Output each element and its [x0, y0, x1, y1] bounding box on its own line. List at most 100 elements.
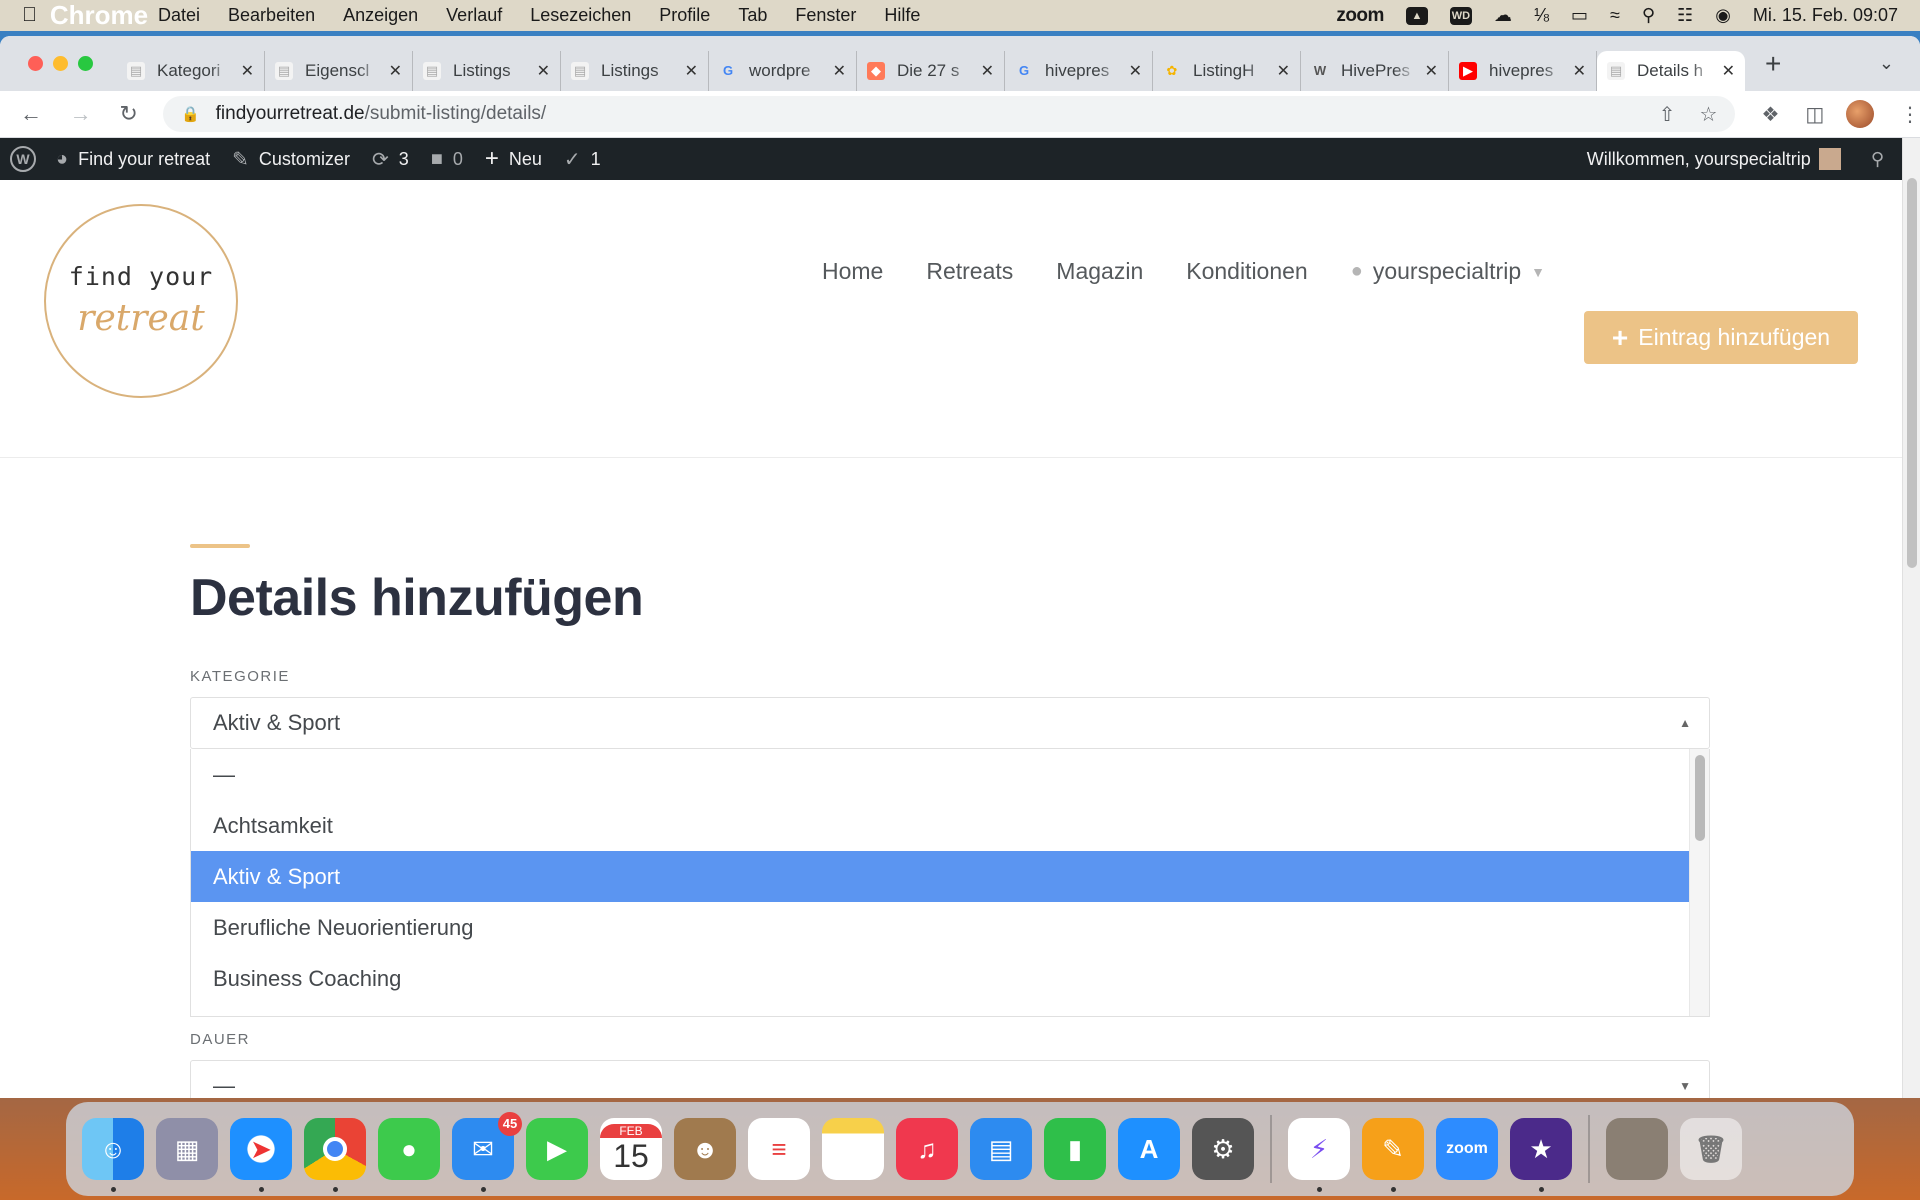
category-option[interactable]: Berufliche Neuorientierung [191, 902, 1689, 953]
bookmark-star-icon[interactable]: ☆ [1700, 102, 1718, 127]
messages-app-icon[interactable]: ● [378, 1118, 440, 1180]
keynote-app-icon[interactable]: ▤ [970, 1118, 1032, 1180]
menu-lesezeichen[interactable]: Lesezeichen [530, 5, 631, 26]
close-tab-icon[interactable]: ✕ [241, 61, 254, 81]
category-select[interactable]: Aktiv & Sport ▲ [190, 697, 1710, 749]
close-tab-icon[interactable]: ✕ [1425, 61, 1438, 81]
trash-icon[interactable]: 🗑 [1680, 1118, 1742, 1180]
wp-customizer-link[interactable]: ✎ Customizer [232, 147, 350, 172]
category-option[interactable]: Achtsamkeit [191, 800, 1689, 851]
tab-search-chevron-icon[interactable]: ⌄ [1879, 53, 1894, 74]
menu-datei[interactable]: Datei [158, 5, 200, 26]
close-tab-icon[interactable]: ✕ [389, 61, 402, 81]
reminders-app-icon[interactable]: ≡ [748, 1118, 810, 1180]
nav-magazin[interactable]: Magazin [1056, 258, 1143, 285]
menu-verlauf[interactable]: Verlauf [446, 5, 502, 26]
wp-account-menu[interactable]: Willkommen, yourspecialtrip ⚲ [1587, 148, 1902, 170]
menu-profile[interactable]: Profile [659, 5, 710, 26]
close-tab-icon[interactable]: ✕ [537, 61, 550, 81]
menubar-clock[interactable]: Mi. 15. Feb. 09:07 [1753, 5, 1898, 26]
duration-select[interactable]: — ▼ [190, 1060, 1710, 1098]
close-tab-icon[interactable]: ✕ [685, 61, 698, 81]
facetime-app-icon[interactable]: ▶ [526, 1118, 588, 1180]
reload-icon[interactable]: ↻ [119, 101, 149, 127]
menu-bearbeiten[interactable]: Bearbeiten [228, 5, 315, 26]
nav-user-menu[interactable]: ● yourspecialtrip ▼ [1351, 258, 1545, 285]
pages-app-icon[interactable]: ✎ [1362, 1118, 1424, 1192]
nav-retreats[interactable]: Retreats [926, 258, 1013, 285]
minimize-window-button[interactable] [53, 56, 68, 71]
spotlight-search-icon[interactable]: ⚲ [1642, 5, 1655, 26]
profile-avatar[interactable] [1846, 100, 1874, 128]
wordpress-logo-icon[interactable]: W [10, 146, 36, 172]
menu-anzeigen[interactable]: Anzeigen [343, 5, 418, 26]
site-logo[interactable]: find your retreat [44, 204, 238, 398]
close-tab-icon[interactable]: ✕ [1573, 61, 1586, 81]
category-option[interactable]: Aktiv & Sport [191, 851, 1689, 902]
page-scrollbar[interactable] [1902, 138, 1920, 1098]
notes-app-icon[interactable] [822, 1118, 884, 1180]
bluetooth-icon[interactable]: ⅛ [1534, 5, 1549, 26]
close-tab-icon[interactable]: ✕ [1722, 61, 1735, 81]
wp-updates-link[interactable]: ⟳ 3 [372, 147, 409, 172]
tab-2[interactable]: ▤ Eigenscl ✕ [265, 50, 413, 91]
category-option[interactable]: Business Coaching [191, 953, 1689, 1004]
battery-icon[interactable]: ▭ [1571, 5, 1588, 26]
contacts-app-icon[interactable]: ☻ [674, 1118, 736, 1180]
system-settings-app-icon[interactable]: ⚙ [1192, 1118, 1254, 1180]
wp-new-content-link[interactable]: + Neu [485, 145, 542, 173]
safari-app-icon[interactable]: ➤ [230, 1118, 292, 1192]
yoast-seo-link[interactable]: ✓ 1 [564, 147, 601, 172]
drive-icon[interactable]: ▲ [1405, 6, 1428, 25]
tab-6[interactable]: ◆ Die 27 s ✕ [857, 50, 1005, 91]
nav-konditionen[interactable]: Konditionen [1186, 258, 1308, 285]
close-tab-icon[interactable]: ✕ [981, 61, 994, 81]
back-arrow-icon[interactable]: ← [20, 101, 50, 127]
menu-fenster[interactable]: Fenster [795, 5, 856, 26]
imovie-app-icon[interactable]: ★ [1510, 1118, 1572, 1192]
tab-7[interactable]: Ghivepres ✕ [1005, 50, 1153, 91]
creative-cloud-icon[interactable]: ☁ [1494, 5, 1512, 26]
chrome-app-icon[interactable] [304, 1118, 366, 1192]
chrome-menu-kebab-icon[interactable]: ⋮ [1900, 102, 1920, 127]
wd-icon[interactable]: WD [1449, 6, 1472, 25]
tab-8[interactable]: ✿ ListingH ✕ [1153, 50, 1301, 91]
tab-11[interactable]: ▤ Details h ✕ [1597, 50, 1745, 91]
wp-site-name-link[interactable]: ◕ Find your retreat [56, 148, 210, 171]
tab-10[interactable]: ▶ hivepres ✕ [1449, 50, 1597, 91]
calendar-app-icon[interactable]: FEB 15 [600, 1118, 662, 1180]
control-center-icon[interactable]: ☷ [1677, 5, 1693, 26]
extensions-puzzle-icon[interactable]: ❖ [1761, 102, 1779, 127]
close-tab-icon[interactable]: ✕ [1129, 61, 1142, 81]
address-bar[interactable]: 🔒 findyourretreat.de/submit-listing/deta… [162, 96, 1736, 132]
add-listing-button[interactable]: + Eintrag hinzufügen [1584, 311, 1858, 364]
close-tab-icon[interactable]: ✕ [1277, 61, 1290, 81]
wp-comments-link[interactable]: ■ 0 [431, 148, 463, 171]
finder-app-icon[interactable]: ☺ [82, 1118, 144, 1192]
close-tab-icon[interactable]: ✕ [833, 61, 846, 81]
tab-9[interactable]: W HivePres ✕ [1301, 50, 1449, 91]
music-app-icon[interactable]: ♫ [896, 1118, 958, 1180]
side-panel-icon[interactable]: ◫ [1805, 102, 1824, 127]
tab-4[interactable]: ▤ Listings ✕ [561, 50, 709, 91]
tab-1[interactable]: ▤ Kategori ✕ [117, 50, 265, 91]
dropdown-scrollbar[interactable] [1689, 749, 1709, 1016]
siri-icon[interactable]: ◉ [1715, 5, 1731, 26]
menu-hilfe[interactable]: Hilfe [884, 5, 920, 26]
zoom-status-icon[interactable]: zoom [1336, 5, 1384, 27]
nav-home[interactable]: Home [822, 258, 883, 285]
category-option[interactable]: — [191, 749, 1689, 800]
maximize-window-button[interactable] [78, 56, 93, 71]
messenger-app-icon[interactable]: ⚡ [1288, 1118, 1350, 1192]
numbers-app-icon[interactable]: ▮ [1044, 1118, 1106, 1180]
menu-tab[interactable]: Tab [738, 5, 767, 26]
lock-icon[interactable]: 🔒 [181, 105, 200, 123]
zoom-app-icon[interactable]: zoom [1436, 1118, 1498, 1180]
forward-arrow-icon[interactable]: → [70, 101, 100, 127]
share-icon[interactable]: ⇧ [1659, 102, 1676, 127]
app-store-app-icon[interactable]: A [1118, 1118, 1180, 1180]
mail-app-icon[interactable]: ✉ 45 [452, 1112, 522, 1192]
launchpad-app-icon[interactable]: ▦ [156, 1118, 218, 1180]
new-tab-button[interactable]: + [1765, 48, 1781, 80]
photo-stack-icon[interactable] [1606, 1118, 1668, 1180]
